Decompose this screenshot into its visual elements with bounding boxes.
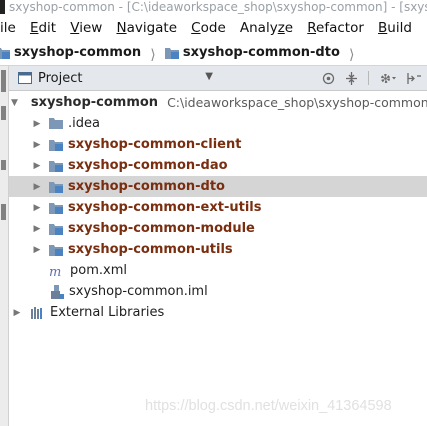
tree-node-root[interactable]: ▼ sxyshop-common C:\ideaworkspace_shop\s…: [9, 92, 427, 113]
tree-node-label: sxyshop-common-module: [68, 221, 255, 236]
expand-arrow-icon[interactable]: ▶: [31, 182, 43, 192]
breadcrumb-label: sxyshop-common: [14, 45, 142, 60]
window-title: sxyshop-common - [C:\ideaworkspace_shop\…: [9, 0, 427, 14]
menu-view[interactable]: View: [65, 17, 107, 40]
menu-run[interactable]: Run: [421, 17, 427, 40]
project-panel-header: Project ▼: [9, 66, 427, 91]
menu-navigate[interactable]: Navigate: [111, 17, 182, 40]
tree-node-dto[interactable]: ▶ sxyshop-common-dto: [9, 176, 427, 197]
gear-icon[interactable]: [379, 72, 397, 85]
tree-node-label: sxyshop-common: [30, 95, 159, 110]
project-panel: Project ▼ ▼ sxyshop-common C:\ideaworksp…: [9, 66, 427, 426]
expand-arrow-icon[interactable]: ▶: [31, 140, 43, 150]
collapse-icon[interactable]: [345, 71, 358, 85]
tree-node-dao[interactable]: ▶ sxyshop-common-dao: [9, 155, 427, 176]
tool-window-tab[interactable]: [1, 204, 6, 220]
folder-icon: [49, 118, 63, 129]
tree-node-label: sxyshop-common-dao: [68, 158, 228, 173]
module-folder-icon: [49, 223, 63, 235]
hide-icon[interactable]: [407, 72, 421, 85]
module-folder-icon: [49, 202, 63, 214]
expand-arrow-icon[interactable]: ▶: [31, 161, 43, 171]
menu-edit[interactable]: Edit: [25, 17, 61, 40]
tool-window-tab[interactable]: [1, 160, 6, 170]
toolbar-divider: [368, 71, 369, 85]
project-panel-title: Project: [38, 70, 83, 86]
breadcrumb-item-root[interactable]: sxyshop-common: [0, 40, 141, 65]
breadcrumb: sxyshop-common ⟩ sxyshop-common-dto ⟩: [0, 40, 427, 66]
menu-build[interactable]: Build: [373, 17, 417, 40]
tree-node-module[interactable]: ▶ sxyshop-common-module: [9, 218, 427, 239]
app-logo-icon: [0, 0, 5, 14]
tree-node-label: sxyshop-common.iml: [69, 284, 208, 299]
svg-text:m: m: [49, 265, 61, 277]
tree-node-label: External Libraries: [50, 305, 165, 320]
tree-node-utils[interactable]: ▶ sxyshop-common-utils: [9, 239, 427, 260]
project-tree: ▼ sxyshop-common C:\ideaworkspace_shop\s…: [9, 92, 427, 323]
module-folder-icon: [49, 160, 63, 172]
module-folder-icon: [0, 47, 10, 59]
tree-node-label: sxyshop-common-utils: [68, 242, 233, 257]
breadcrumb-label: sxyshop-common-dto: [182, 45, 340, 60]
tree-node-label: sxyshop-common-ext-utils: [68, 200, 262, 215]
tree-node-label: sxyshop-common-dto: [68, 179, 225, 194]
target-icon[interactable]: [322, 72, 335, 85]
watermark: https://blog.csdn.net/weixin_41364598: [145, 398, 392, 414]
iml-file-icon: [51, 284, 64, 299]
tree-node-label: sxyshop-common-client: [68, 137, 242, 152]
breadcrumb-separator: ⟩: [349, 46, 355, 63]
menu-analyze[interactable]: Analyze: [235, 17, 298, 40]
project-view-icon: [18, 72, 32, 84]
expand-arrow-icon[interactable]: ▶: [31, 203, 43, 213]
expand-arrow-icon[interactable]: ▶: [31, 224, 43, 234]
tree-node-label: pom.xml: [70, 263, 127, 278]
tree-node-iml[interactable]: sxyshop-common.iml: [9, 281, 427, 302]
caret-down-icon[interactable]: ▼: [205, 71, 213, 82]
maven-icon: m: [49, 265, 61, 277]
left-tool-stripe[interactable]: [0, 66, 9, 426]
expand-arrow-icon[interactable]: ▶: [11, 308, 23, 318]
tool-window-tab[interactable]: [1, 70, 6, 92]
project-panel-toolbar: [322, 66, 421, 90]
tree-node-external-libraries[interactable]: ▶ External Libraries: [9, 302, 427, 323]
menu-code[interactable]: Code: [186, 17, 231, 40]
module-folder-icon: [49, 244, 63, 256]
breadcrumb-item-dto[interactable]: sxyshop-common-dto: [164, 40, 340, 65]
module-folder-icon: [164, 47, 179, 59]
expand-arrow-icon[interactable]: ▶: [31, 119, 43, 129]
menu-refactor[interactable]: Refactor: [302, 17, 369, 40]
window-title-bar: sxyshop-common - [C:\ideaworkspace_shop\…: [0, 0, 427, 17]
module-folder-icon: [49, 139, 63, 151]
tree-node-ext-utils[interactable]: ▶ sxyshop-common-ext-utils: [9, 197, 427, 218]
module-folder-icon: [49, 181, 63, 193]
tree-node-pom[interactable]: m pom.xml: [9, 260, 427, 281]
expand-arrow-icon[interactable]: ▼: [11, 98, 18, 108]
tree-node-idea[interactable]: ▶ .idea: [9, 113, 427, 134]
expand-arrow-icon[interactable]: ▶: [31, 245, 43, 255]
library-icon: [31, 306, 42, 319]
breadcrumb-separator: ⟩: [150, 46, 156, 63]
menu-bar: ile Edit View Navigate Code Analyze Refa…: [0, 17, 427, 40]
tree-node-path: C:\ideaworkspace_shop\sxyshop-common: [167, 95, 427, 110]
tree-node-client[interactable]: ▶ sxyshop-common-client: [9, 134, 427, 155]
menu-file[interactable]: ile: [0, 17, 21, 40]
tool-window-tab[interactable]: [1, 106, 6, 120]
tree-node-label: .idea: [68, 116, 100, 131]
project-view-selector[interactable]: Project ▼: [9, 66, 219, 90]
